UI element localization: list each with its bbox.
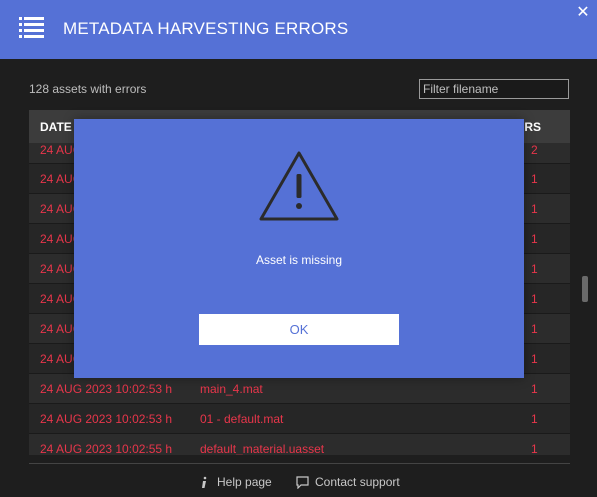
row-error-count: 2 [531,143,538,157]
column-header-date[interactable]: DATE [40,120,72,134]
info-icon [202,476,207,488]
footer-divider [29,463,570,464]
scrollbar-thumb[interactable] [582,276,588,302]
row-error-count: 1 [531,442,538,455]
help-page-label: Help page [217,475,272,489]
asset-missing-dialog: Asset is missing OK [74,119,524,378]
row-filename: default_material.uasset [200,442,325,455]
page-title: METADATA HARVESTING ERRORS [63,19,349,38]
list-menu-icon[interactable] [19,16,44,40]
app-header: METADATA HARVESTING ERRORS ✕ [0,0,597,59]
column-header-errors[interactable]: RS [524,120,541,134]
contact-support-link[interactable]: Contact support [296,475,400,489]
asset-error-count: 128 assets with errors [29,82,147,96]
row-error-count: 1 [531,292,538,306]
row-date: 24 AUG 2023 10:02:53 h [40,382,173,396]
ok-button[interactable]: OK [199,314,399,345]
dialog-message: Asset is missing [255,253,343,267]
row-error-count: 1 [531,172,538,186]
row-error-count: 1 [531,262,538,276]
table-row[interactable]: 24 AUG 2023 10:02:53 h 01 - default.mat 1 [29,403,570,433]
row-filename: main_4.mat [200,382,263,396]
contact-support-label: Contact support [315,475,400,489]
close-icon[interactable]: ✕ [575,5,591,21]
filter-filename-input[interactable] [419,79,569,99]
row-error-count: 1 [531,232,538,246]
row-error-count: 1 [531,412,538,426]
row-error-count: 1 [531,202,538,216]
table-row[interactable]: 24 AUG 2023 10:02:55 h default_material.u… [29,433,570,455]
row-error-count: 1 [531,382,538,396]
row-error-count: 1 [531,352,538,366]
warning-triangle-icon [259,151,339,221]
row-error-count: 1 [531,322,538,336]
row-filename: 01 - default.mat [200,412,284,426]
row-date: 24 AUG 2023 10:02:53 h [40,412,173,426]
chat-bubble-icon [296,475,309,489]
help-page-link[interactable]: Help page [198,475,272,489]
row-date: 24 AUG 2023 10:02:55 h [40,442,173,455]
